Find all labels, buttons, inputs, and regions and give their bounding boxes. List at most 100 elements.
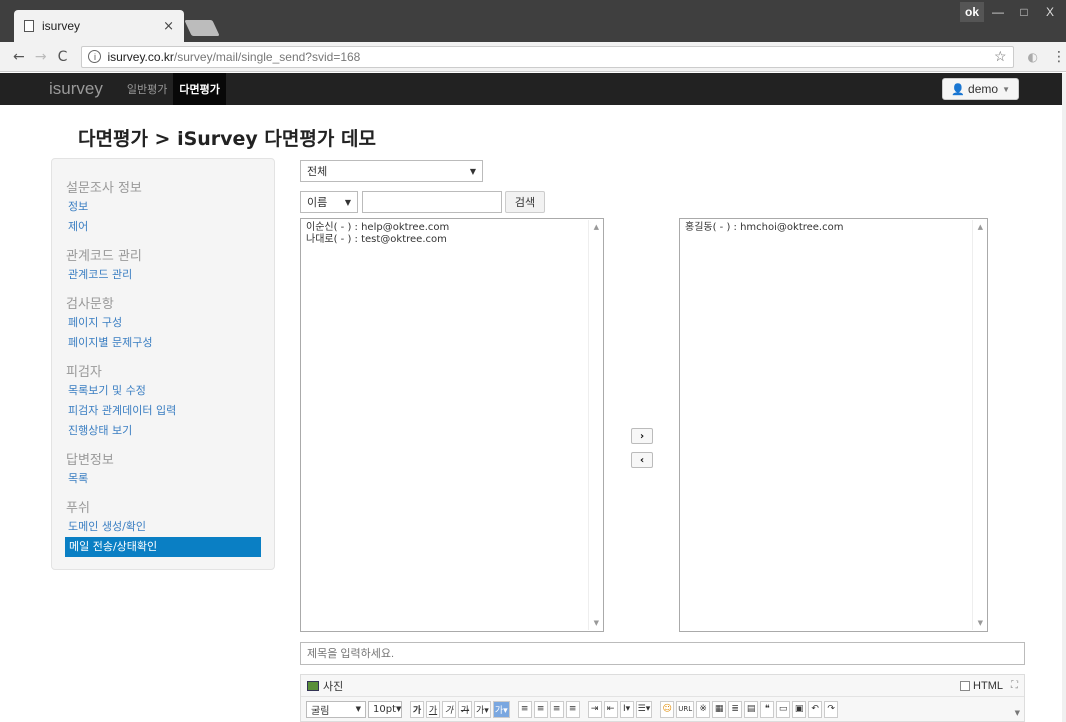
star-icon[interactable]: ☆ [994,48,1007,65]
editor-header: 사진 HTML ⛶ [301,675,1024,697]
font-select[interactable]: 굴림 ▼ [306,700,366,718]
outdent-icon[interactable]: ⇤ [603,700,618,718]
info-icon[interactable]: i [88,50,102,63]
profile-badge[interactable]: ok [960,2,984,22]
tab-close-icon[interactable]: × [163,19,174,34]
sidebar-item-control[interactable]: 제어 [66,217,260,237]
expand-icon[interactable]: ⛶ [1011,680,1018,691]
sidebar-header-answers: 답변정보 [66,453,114,468]
sidebar-item-relation-code[interactable]: 관계코드 관리 [66,265,260,285]
user-name: demo [968,82,999,96]
sidebar-item-page-setup[interactable]: 페이지 구성 [66,313,260,333]
url-path: /survey/mail/single_send?svid=168 [173,49,361,64]
bold-icon[interactable]: 가 [410,700,424,718]
field-select-value: 이름 [307,196,328,209]
nav-link-general[interactable]: 일반평가 [121,73,173,105]
search-button[interactable]: 검색 [505,191,545,213]
chevron-down-icon: ▼ [1002,84,1010,94]
list-scrollbar[interactable]: ▲ ▼ [588,220,602,630]
scroll-down-icon[interactable]: ▼ [978,619,983,627]
emoji-icon[interactable]: ☺ [660,700,675,718]
reload-icon[interactable]: C [52,49,74,65]
photo-icon[interactable] [307,680,319,691]
url-input[interactable]: i isurvey.co.kr/survey/mail/single_send?… [81,45,1014,68]
sidebar-item-relation-data[interactable]: 피검자 관계데이터 입력 [66,401,260,421]
extension-icon[interactable]: ◐ [1028,50,1038,64]
html-label: HTML [973,679,1003,692]
highlight-icon[interactable]: 가▾ [492,700,510,718]
nav-link-multirater[interactable]: 다면평가 [173,73,226,105]
sidebar-item-examinee-list[interactable]: 목록보기 및 수정 [66,381,260,401]
save-icon[interactable]: ▣ [792,700,807,718]
maximize-button[interactable]: □ [1012,2,1036,22]
sidebar-header-examinee: 피검자 [66,365,102,380]
sidebar-header-questions: 검사문항 [66,297,114,312]
sidebar-header-survey-info: 설문조사 정보 [66,181,142,196]
italic-icon[interactable]: 가 [442,700,456,718]
mail-editor: 사진 HTML ⛶ 굴림 ▼ 10pt ▼ 가 가 가 가 가▾ 가▾ ≡ ≡ ≡ … [300,674,1025,722]
table-icon[interactable]: ▦ [712,700,727,718]
size-select[interactable]: 10pt ▼ [368,700,402,718]
group-select[interactable]: 전체 ▼ [300,160,483,182]
page-title: 다면평가 > iSurvey 다면평가 데모 [78,128,376,150]
sidebar-item-info[interactable]: 정보 [66,197,260,217]
photo-button[interactable]: 사진 [323,678,343,694]
scroll-up-icon[interactable]: ▲ [594,223,599,231]
browser-tab[interactable]: isurvey × [14,10,184,42]
html-toggle[interactable]: HTML [960,680,1003,692]
special-char-icon[interactable]: ※ [696,700,711,718]
sidebar-item-page-questions[interactable]: 페이지별 문제구성 [66,333,260,353]
scroll-down-icon[interactable]: ▼ [1015,709,1020,717]
redo-icon[interactable]: ↷ [824,700,839,718]
user-menu-button[interactable]: 👤 demo ▼ [942,78,1019,100]
sidebar-item-domain[interactable]: 도메인 생성/확인 [66,517,260,537]
minimize-button[interactable]: — [986,2,1010,22]
horizontal-rule-icon[interactable]: ≣ [728,700,743,718]
page-scrollbar[interactable] [1062,73,1066,722]
sidebar-item-progress[interactable]: 진행상태 보기 [66,421,260,441]
chevron-down-icon: ▼ [344,197,351,207]
app-navbar: isurvey 일반평가 다면평가 👤 demo ▼ [0,73,1062,105]
field-select[interactable]: 이름 ▼ [300,191,358,213]
size-select-value: 10pt [373,703,396,715]
forward-icon[interactable]: → [30,49,52,65]
list-item[interactable]: 나대로( - ) : test@oktree.com [306,234,598,246]
list-item[interactable]: 이순신( - ) : help@oktree.com [306,222,598,234]
image-icon[interactable]: ▭ [776,700,791,718]
html-checkbox[interactable] [960,680,971,691]
menu-icon[interactable]: ⋮ [1052,49,1066,65]
align-justify-icon[interactable]: ≡ [565,700,580,718]
list-icon[interactable]: ☰▾ [635,700,653,718]
scroll-up-icon[interactable]: ▲ [978,223,983,231]
strikethrough-icon[interactable]: 가 [458,700,472,718]
url-icon[interactable]: URL [676,700,695,718]
scroll-down-icon[interactable]: ▼ [594,619,599,627]
url-host: isurvey.co.kr [107,49,174,64]
list-item[interactable]: 홍길동( - ) : hmchoi@oktree.com [685,222,982,234]
sidebar-item-mail-send[interactable]: 메일 전송/상태확인 [65,537,261,557]
align-right-icon[interactable]: ≡ [549,700,564,718]
layout-icon[interactable]: ▤ [744,700,759,718]
sidebar: 설문조사 정보 정보 제어 관계코드 관리 관계코드 관리 검사문항 페이지 구… [51,158,275,570]
available-list[interactable]: 이순신( - ) : help@oktree.com 나대로( - ) : te… [300,218,604,632]
undo-icon[interactable]: ↶ [808,700,823,718]
new-tab-button[interactable] [184,20,220,36]
underline-icon[interactable]: 가 [426,700,440,718]
search-input[interactable] [362,191,502,213]
quote-icon[interactable]: ❝ [760,700,775,718]
list-scrollbar[interactable]: ▲ ▼ [972,220,986,630]
indent-icon[interactable]: ⇥ [587,700,602,718]
brand-logo[interactable]: isurvey [49,79,103,99]
text-color-icon[interactable]: 가▾ [474,700,491,718]
sidebar-item-answer-list[interactable]: 목록 [66,469,260,489]
align-center-icon[interactable]: ≡ [533,700,548,718]
move-left-button[interactable]: ‹ [631,452,653,468]
subject-input[interactable] [300,642,1025,665]
back-icon[interactable]: ← [8,49,30,65]
line-height-icon[interactable]: I▾ [619,700,634,718]
browser-tabstrip: isurvey × ok — □ X [0,0,1066,42]
align-left-icon[interactable]: ≡ [517,700,532,718]
selected-list[interactable]: 홍길동( - ) : hmchoi@oktree.com ▲ ▼ [679,218,988,632]
move-right-button[interactable]: › [631,428,653,444]
close-window-button[interactable]: X [1038,2,1062,22]
